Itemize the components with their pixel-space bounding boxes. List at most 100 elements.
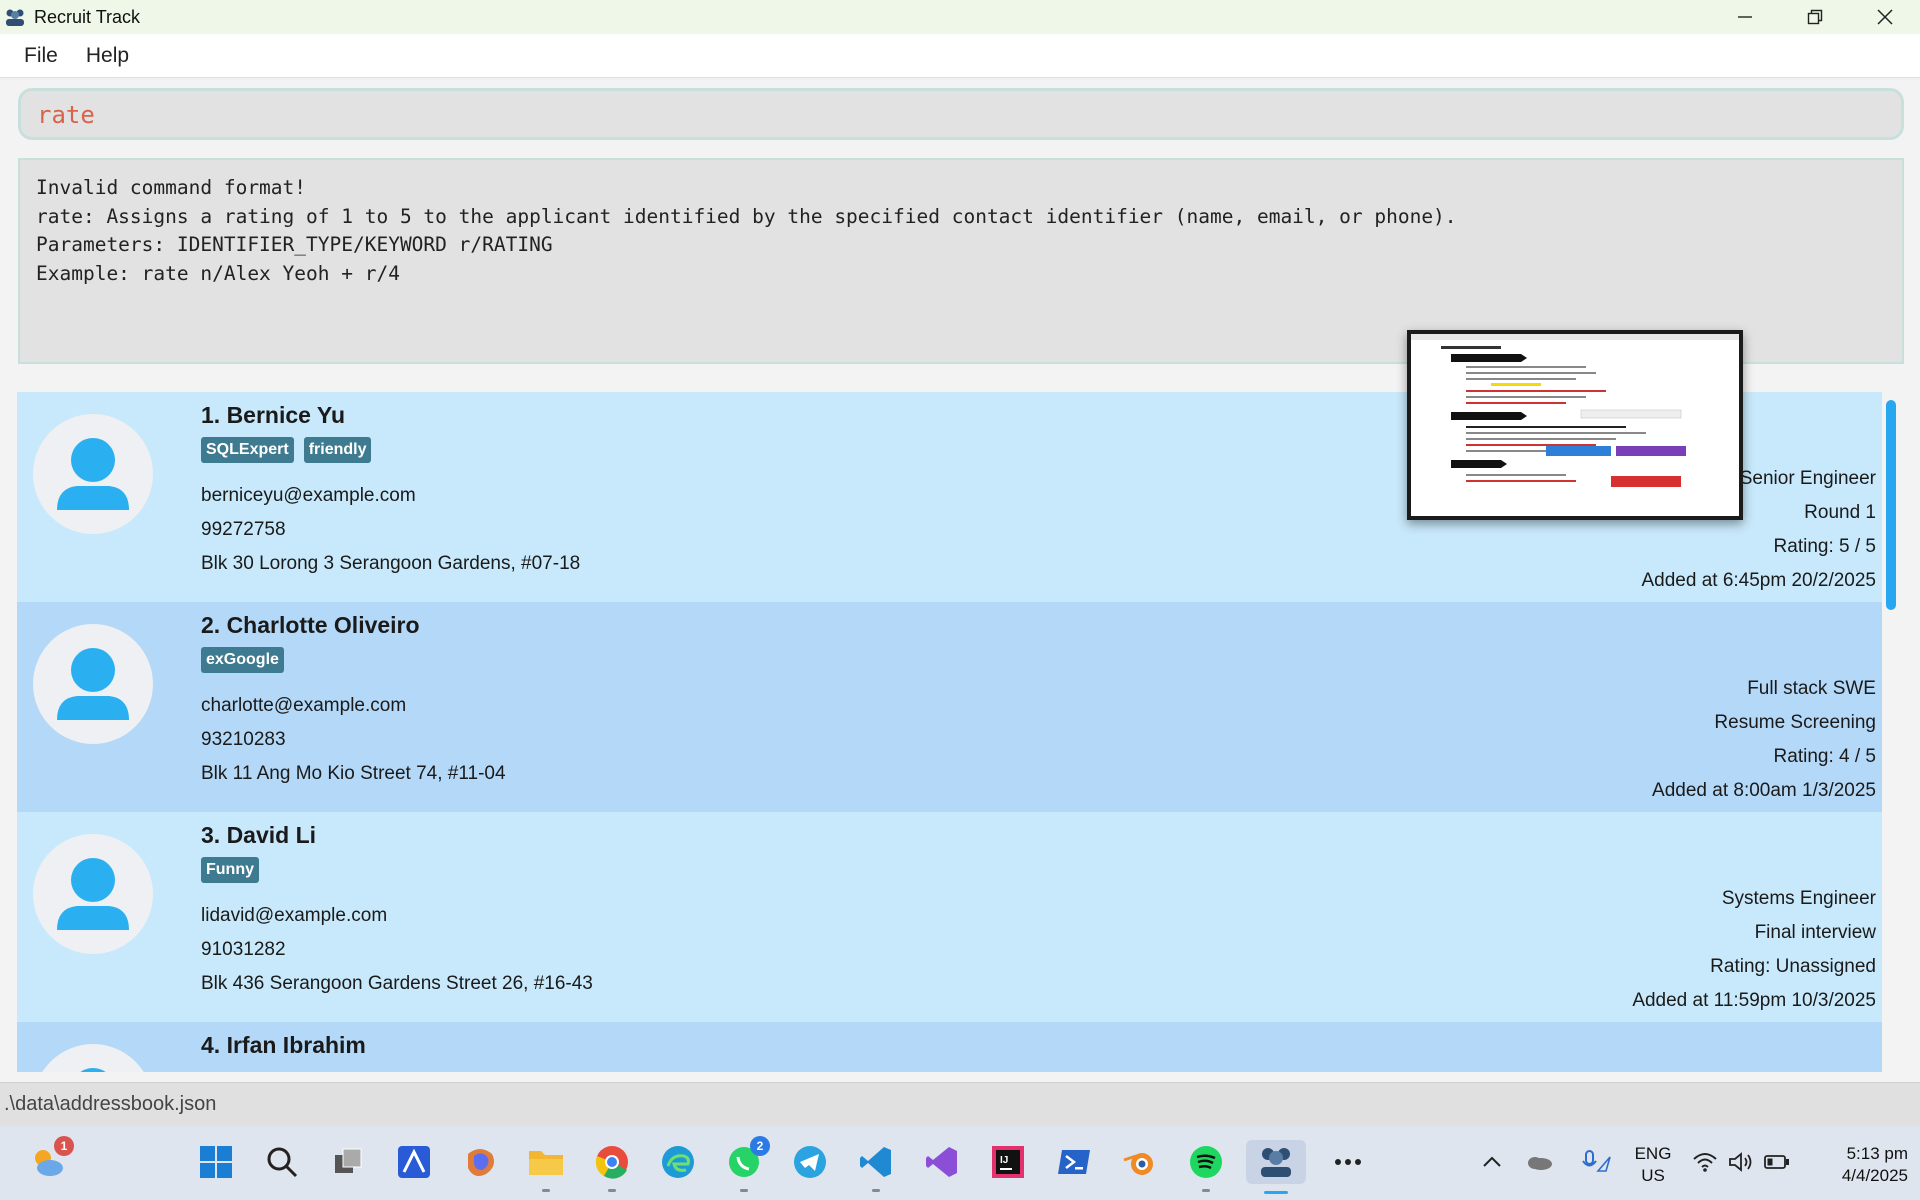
notification-badge: 2 [750,1136,770,1156]
restore-icon [1807,9,1823,25]
applicant-name: 1. Bernice Yu [201,402,346,428]
search-icon[interactable] [260,1140,304,1184]
wifi-icon[interactable] [1690,1140,1720,1184]
language-line-1: ENG [1634,1144,1672,1163]
running-indicator [872,1189,880,1192]
applicant-address: Blk 11 Ang Mo Kio Street 74, #11-04 [201,763,506,784]
applicant-phone: 91031282 [201,939,286,960]
active-indicator [1264,1191,1288,1194]
command-panel: rate [0,80,1920,152]
command-input[interactable]: rate [18,88,1904,140]
taskbar: 1 2 IJ ENG US 5:13 pm 4/4/2025 [0,1126,1920,1200]
result-line: Example: rate n/Alex Yeoh + r/4 [36,261,400,285]
microphone-icon[interactable] [1576,1140,1616,1184]
close-button[interactable] [1850,0,1920,34]
avatar [33,414,153,534]
result-line: rate: Assigns a rating of 1 to 5 to the … [36,204,1457,228]
language-indicator[interactable]: ENG US [1628,1143,1678,1187]
applicant-rating: Rating: Unassigned [1710,956,1876,977]
file-explorer-icon[interactable] [524,1140,568,1192]
close-icon [1877,9,1893,25]
applicant-address: Blk 30 Lorong 3 Serangoon Gardens, #07-1… [201,553,581,574]
result-line: Parameters: IDENTIFIER_TYPE/KEYWORD r/RA… [36,233,553,256]
copilot-icon[interactable] [458,1140,502,1184]
applicant-added: Added at 8:00am 1/3/2025 [1652,780,1876,801]
intellij-icon[interactable]: IJ [986,1140,1030,1184]
title-bar: Recruit Track [0,0,1920,34]
clock-date: 4/4/2025 [1841,1166,1908,1185]
menu-help[interactable]: Help [86,44,129,68]
applicant-added: Added at 11:59pm 10/3/2025 [1632,990,1876,1011]
scroll-thumb[interactable] [1886,400,1896,610]
blender-icon[interactable] [1118,1140,1162,1184]
applicant-rating: Rating: 5 / 5 [1773,536,1876,557]
vscode-icon[interactable] [854,1140,898,1192]
running-indicator [1202,1189,1210,1192]
window-preview-thumbnail[interactable] [1407,330,1743,520]
applicant-phone: 93210283 [201,729,286,750]
clock-time: 5:13 pm [1846,1144,1908,1163]
applicant-email: berniceyu@example.com [201,485,416,506]
restore-button[interactable] [1780,0,1850,34]
edge-icon[interactable] [656,1140,700,1184]
applicant-email: charlotte@example.com [201,695,407,716]
list-scrollbar[interactable] [1884,392,1898,1072]
result-line: Invalid command format! [36,176,307,199]
spotify-icon[interactable] [1184,1140,1228,1192]
applicant-stage: Round 1 [1804,502,1876,523]
applicant-name: 2. Charlotte Oliveiro [201,612,420,638]
avatar [33,834,153,954]
visual-studio-icon[interactable] [920,1140,964,1184]
window-title: Recruit Track [34,6,141,27]
applicant-job: Full stack SWE [1747,678,1876,699]
menu-bar: File Help [0,34,1920,78]
task-view-icon[interactable] [326,1140,370,1184]
data-file-path: .\data\addressbook.json [4,1093,217,1115]
volume-icon[interactable] [1726,1140,1756,1184]
weather-widget-icon[interactable]: 1 [26,1136,74,1184]
chevron-up-icon[interactable] [1476,1140,1508,1184]
onedrive-icon[interactable] [1522,1140,1556,1184]
applicant-added: Added at 6:45pm 20/2/2025 [1641,570,1876,591]
telegram-icon[interactable] [788,1140,832,1184]
minimize-icon [1738,16,1752,18]
avatar [33,624,153,744]
tag: SQLExpert [201,437,294,463]
applicant-email: lidavid@example.com [201,905,388,926]
whatsapp-icon[interactable]: 2 [722,1136,770,1192]
svg-text:IJ: IJ [1000,1155,1008,1166]
status-bar: .\data\addressbook.json [0,1082,1920,1126]
more-apps-icon[interactable] [1326,1140,1370,1184]
recruit-track-taskbar-icon[interactable] [1246,1140,1306,1194]
applicant-card[interactable]: 2. Charlotte Oliveiro exGoogle charlotte… [17,602,1882,812]
language-line-2: US [1641,1166,1665,1185]
app-logo-icon [4,6,26,28]
minimize-button[interactable] [1710,0,1780,34]
applicant-name: 3. David Li [201,822,317,848]
running-indicator [542,1189,550,1192]
applicant-card[interactable]: 3. David Li Funny lidavid@example.com 91… [17,812,1882,1022]
running-indicator [740,1189,748,1192]
applicant-stage: Final interview [1754,922,1876,943]
app-icon-blue-a[interactable] [392,1140,436,1184]
applicant-stage: Resume Screening [1714,712,1876,733]
applicant-job: Systems Engineer [1721,888,1876,909]
tag: exGoogle [201,647,284,673]
applicant-address: Blk 436 Serangoon Gardens Street 26, #16… [201,973,593,994]
battery-icon[interactable] [1762,1140,1792,1184]
applicant-name: 4. Irfan Ibrahim [201,1032,366,1058]
applicant-job: Senior Engineer [1739,468,1876,489]
avatar [33,1044,153,1072]
powershell-icon[interactable] [1052,1140,1096,1184]
tag: Funny [201,857,259,883]
menu-file[interactable]: File [24,44,58,68]
applicant-card[interactable]: 4. Irfan Ibrahim [17,1022,1882,1072]
clock[interactable]: 5:13 pm 4/4/2025 [1802,1143,1908,1187]
applicant-phone: 99272758 [201,519,286,540]
chrome-icon[interactable] [590,1140,634,1192]
notification-badge: 1 [54,1136,74,1156]
applicant-rating: Rating: 4 / 5 [1773,746,1876,767]
start-menu-icon[interactable] [194,1140,238,1184]
running-indicator [608,1189,616,1192]
tag: friendly [303,437,372,463]
